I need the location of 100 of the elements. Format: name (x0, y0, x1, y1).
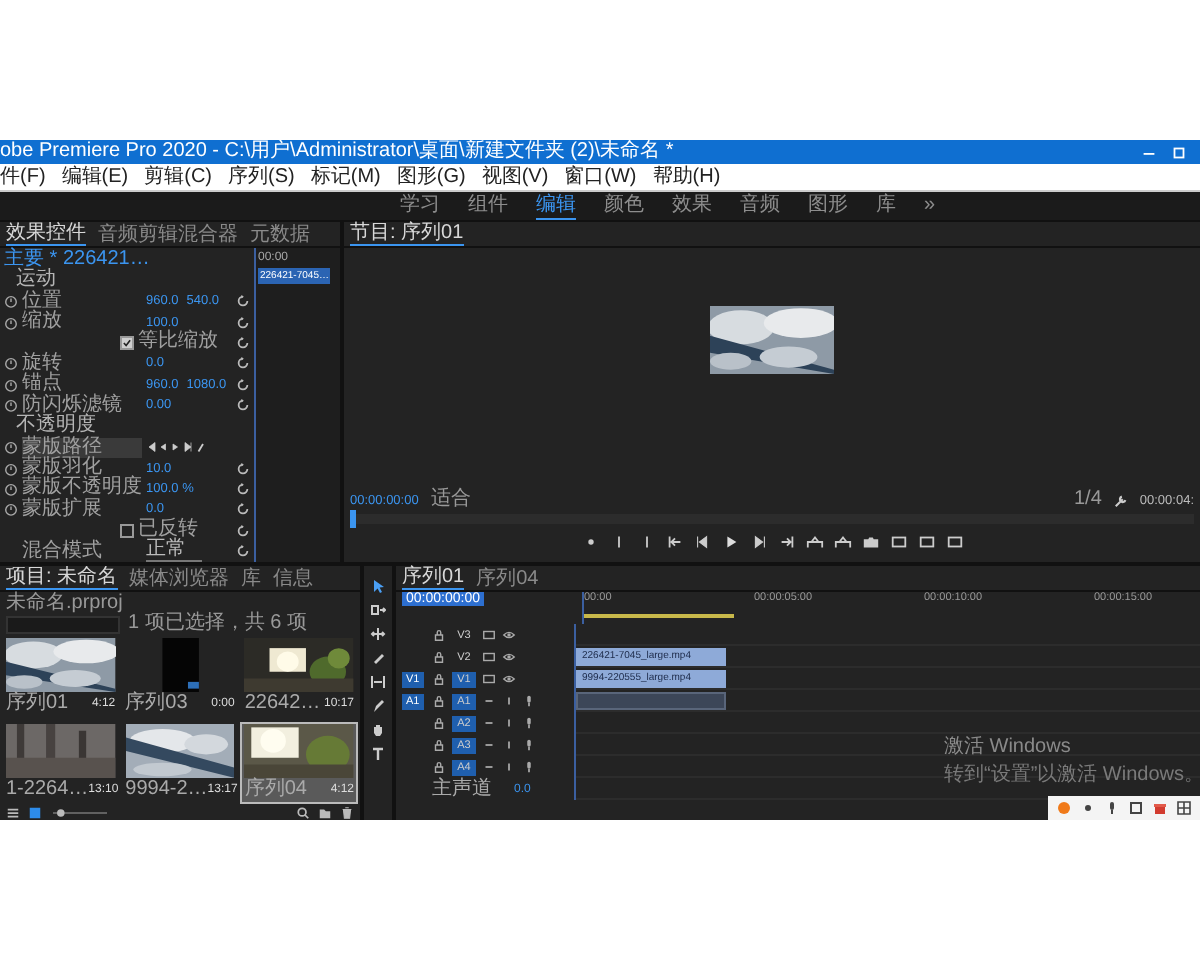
playback-control-icon[interactable] (805, 534, 823, 550)
menu-item[interactable]: 视图(V) (481, 165, 549, 189)
parameter-name: 旋转 (22, 353, 64, 374)
sequence-tab[interactable]: 序列04 (476, 567, 539, 589)
tool-icon[interactable] (370, 626, 386, 642)
mic-icon[interactable] (1104, 800, 1120, 816)
menu-item[interactable]: 标记(M) (310, 165, 381, 189)
grid-icon[interactable] (1176, 800, 1192, 816)
list-view-icon[interactable] (6, 806, 20, 820)
gift-icon[interactable] (1152, 800, 1168, 816)
stopwatch-icon[interactable] (4, 502, 18, 517)
stopwatch-icon[interactable] (4, 356, 18, 371)
zoom-dropdown[interactable]: 适合 (430, 490, 471, 510)
clip-source[interactable]: 主要 * 226421… (0, 248, 254, 270)
parameter-name: 蒙版扩展 (22, 499, 104, 520)
lock-icon[interactable] (432, 760, 446, 774)
resolution-dropdown[interactable]: 1/4 (1073, 490, 1102, 510)
mask-tracking-controls-icon[interactable] (146, 440, 206, 455)
workspace-tab[interactable]: 编辑 (536, 193, 576, 219)
blend-mode-dropdown[interactable]: 正常 (146, 540, 202, 563)
stopwatch-icon[interactable] (4, 398, 18, 413)
menu-item[interactable]: 图形(G) (396, 165, 466, 189)
stopwatch-icon[interactable] (4, 481, 18, 496)
menu-item[interactable]: 帮助(H) (652, 165, 721, 189)
stopwatch-icon[interactable] (4, 461, 18, 475)
panel-tab[interactable]: 元数据 (250, 223, 310, 245)
panel-tab[interactable]: 节目: 序列01 (350, 222, 464, 246)
activation-hint: 转到“设置”以激活 Windows。 (943, 761, 1200, 788)
trash-icon[interactable] (340, 806, 354, 820)
lock-icon[interactable] (432, 694, 446, 708)
parameter-name: 混合模式 (22, 541, 104, 562)
stopwatch-icon[interactable] (4, 294, 18, 309)
workspace-tab[interactable]: 音频 (740, 194, 780, 218)
audio-clip[interactable] (576, 691, 726, 709)
stopwatch-icon[interactable] (4, 377, 18, 392)
square-icon[interactable] (1128, 800, 1144, 816)
eye-icon[interactable] (502, 672, 516, 686)
menu-item[interactable]: 件(F) (0, 165, 46, 189)
camera-icon[interactable] (861, 534, 879, 550)
selection-count: 1 项已选择，共 6 项 (128, 614, 307, 634)
mic-icon[interactable] (522, 760, 536, 774)
parameter-name: 蒙版不透明度 (22, 478, 142, 499)
workspace-tab[interactable]: » (924, 194, 936, 218)
parameter-name: 锚点 (22, 374, 62, 395)
effect-name: 运动 (14, 270, 56, 291)
panel-tab[interactable]: 项目: 未命名 (6, 566, 118, 590)
menu-item[interactable]: 窗口(W) (564, 165, 637, 189)
circle-icon[interactable] (1056, 800, 1072, 816)
stopwatch-icon[interactable] (4, 315, 18, 330)
search-field[interactable] (6, 615, 120, 633)
eye-icon[interactable] (502, 650, 516, 664)
zoom-slider[interactable] (50, 806, 110, 820)
playback-control-icon[interactable] (777, 534, 795, 550)
playback-control-icon[interactable] (665, 534, 683, 550)
panel-tab[interactable]: 库 (241, 567, 262, 589)
tool-icon[interactable] (370, 674, 386, 690)
checkbox[interactable] (120, 523, 134, 538)
lock-icon[interactable] (432, 650, 446, 664)
parameter-name: 蒙版羽化 (22, 458, 103, 478)
sequence-tab[interactable]: 序列01 (402, 566, 465, 590)
playback-control-icon[interactable] (749, 534, 767, 550)
parameter-name: 蒙版路径 (22, 437, 142, 458)
playback-control-icon[interactable] (833, 534, 851, 550)
dot-icon[interactable] (1080, 800, 1096, 816)
mic-icon[interactable] (522, 694, 536, 708)
play-icon[interactable] (721, 534, 739, 550)
grid-view-icon[interactable] (28, 806, 42, 820)
mic-icon[interactable] (522, 716, 536, 730)
panel-tab[interactable]: 音频剪辑混合器 (98, 223, 238, 245)
menu-item[interactable]: 序列(S) (228, 165, 295, 189)
menu-item[interactable]: 剪辑(C) (144, 165, 213, 189)
item-name: 序列03 (125, 693, 188, 713)
blade-icon[interactable] (370, 650, 386, 666)
wrench-icon[interactable] (1113, 493, 1128, 507)
lock-icon[interactable] (432, 672, 446, 686)
tool-icon[interactable] (370, 602, 386, 618)
panel-tab[interactable]: 媒体浏览器 (129, 567, 230, 589)
workspace-tab[interactable]: 组件 (468, 194, 508, 218)
stopwatch-icon[interactable] (4, 440, 18, 455)
eye-icon[interactable] (502, 628, 516, 642)
arrow-icon[interactable] (370, 578, 386, 594)
menu-item[interactable]: 编辑(E) (61, 165, 129, 189)
workspace-tab[interactable]: 颜色 (604, 194, 644, 218)
search-icon[interactable] (296, 806, 310, 820)
lock-icon[interactable] (432, 716, 446, 730)
workspace-tab[interactable]: 图形 (808, 194, 848, 218)
lock-icon[interactable] (432, 628, 446, 642)
playback-control-icon[interactable] (693, 534, 711, 550)
panel-tab[interactable]: 效果控件 (6, 222, 86, 246)
workspace-tab[interactable]: 效果 (672, 194, 712, 218)
mic-icon[interactable] (522, 738, 536, 752)
workspace-tab[interactable]: 库 (876, 194, 896, 218)
workspace-tab[interactable]: 学习 (400, 194, 440, 218)
type-icon[interactable] (370, 746, 386, 762)
pen-icon[interactable] (370, 698, 386, 714)
panel-tab[interactable]: 信息 (273, 567, 314, 589)
checkbox[interactable] (120, 335, 134, 350)
maximize-icon[interactable] (1170, 143, 1188, 161)
slider-thumb[interactable] (57, 809, 65, 817)
lock-icon[interactable] (432, 738, 446, 752)
